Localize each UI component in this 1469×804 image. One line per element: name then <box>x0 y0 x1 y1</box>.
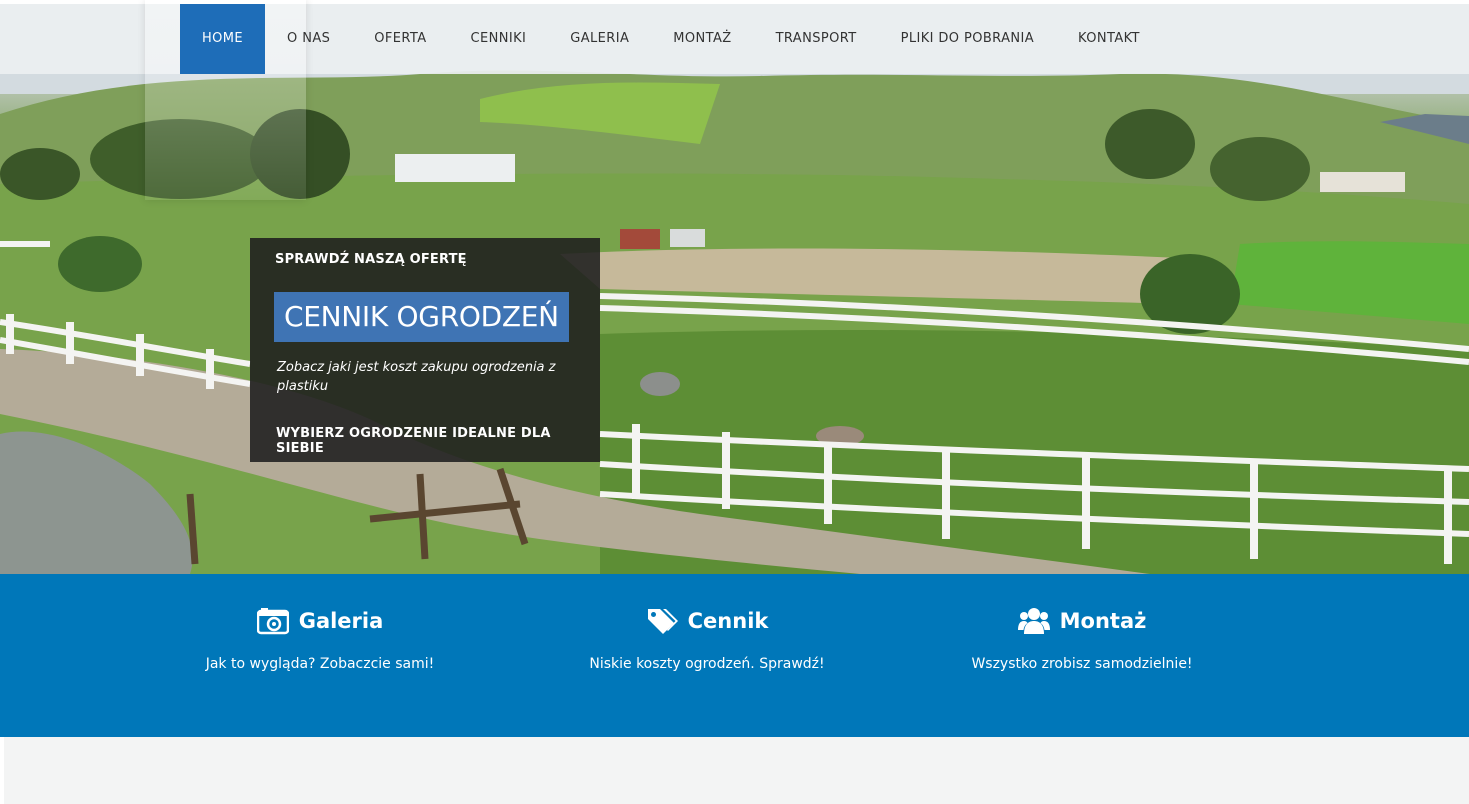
feature-cennik: Cennik Niskie koszty ogrodzeń. Sprawdź! <box>517 574 897 672</box>
features-strip: Galeria Jak to wygląda? Zobaczcie sami! … <box>0 574 1469 737</box>
feature-galeria-link[interactable]: Galeria <box>130 606 510 636</box>
nav-item-oferta[interactable]: OFERTA <box>352 4 448 74</box>
nav-item-transport[interactable]: TRANSPORT <box>754 4 879 74</box>
main-navigation: HOME O NAS OFERTA CENNIKI GALERIA MONTAŻ… <box>180 4 1162 74</box>
nav-item-o-nas[interactable]: O NAS <box>265 4 352 74</box>
nav-item-pliki-do-pobrania[interactable]: PLIKI DO POBRANIA <box>879 4 1056 74</box>
nav-item-home[interactable]: HOME <box>180 4 266 74</box>
users-icon <box>1017 608 1050 634</box>
feature-galeria-text: Jak to wygląda? Zobaczcie sami! <box>205 656 435 672</box>
promo-box: SPRAWDŹ NASZĄ OFERTĘ CENNIK OGRODZEŃ Zob… <box>250 238 600 462</box>
camera-icon <box>256 608 289 635</box>
promo-description: Zobacz jaki jest koszt zakupu ogrodzenia… <box>277 360 556 394</box>
page: HOME O NAS OFERTA CENNIKI GALERIA MONTAŻ… <box>0 0 1469 804</box>
feature-montaz-title: Montaż <box>1059 609 1147 633</box>
feature-galeria: Galeria Jak to wygląda? Zobaczcie sami! <box>130 574 510 672</box>
nav-item-cenniki[interactable]: CENNIKI <box>449 4 549 74</box>
nav-item-kontakt[interactable]: KONTAKT <box>1056 4 1162 74</box>
feature-cennik-text: Niskie koszty ogrodzeń. Sprawdź! <box>589 656 825 672</box>
promo-title: CENNIK OGRODZEŃ <box>274 292 569 342</box>
feature-montaz-link[interactable]: Montaż <box>892 606 1272 636</box>
feature-montaz: Montaż Wszystko zrobisz samodzielnie! <box>892 574 1272 672</box>
nav-item-galeria[interactable]: GALERIA <box>548 4 651 74</box>
feature-cennik-link[interactable]: Cennik <box>517 606 897 636</box>
feature-galeria-title: Galeria <box>298 609 384 633</box>
promo-cta-link[interactable]: WYBIERZ OGRODZENIE IDEALNE DLA SIEBIE <box>276 426 600 456</box>
bottom-section <box>4 737 1469 804</box>
feature-montaz-text: Wszystko zrobisz samodzielnie! <box>971 656 1193 672</box>
nav-item-montaz[interactable]: MONTAŻ <box>651 4 753 74</box>
tags-icon <box>647 609 678 634</box>
promo-kicker: SPRAWDŹ NASZĄ OFERTĘ <box>275 252 467 267</box>
feature-cennik-title: Cennik <box>687 609 769 633</box>
